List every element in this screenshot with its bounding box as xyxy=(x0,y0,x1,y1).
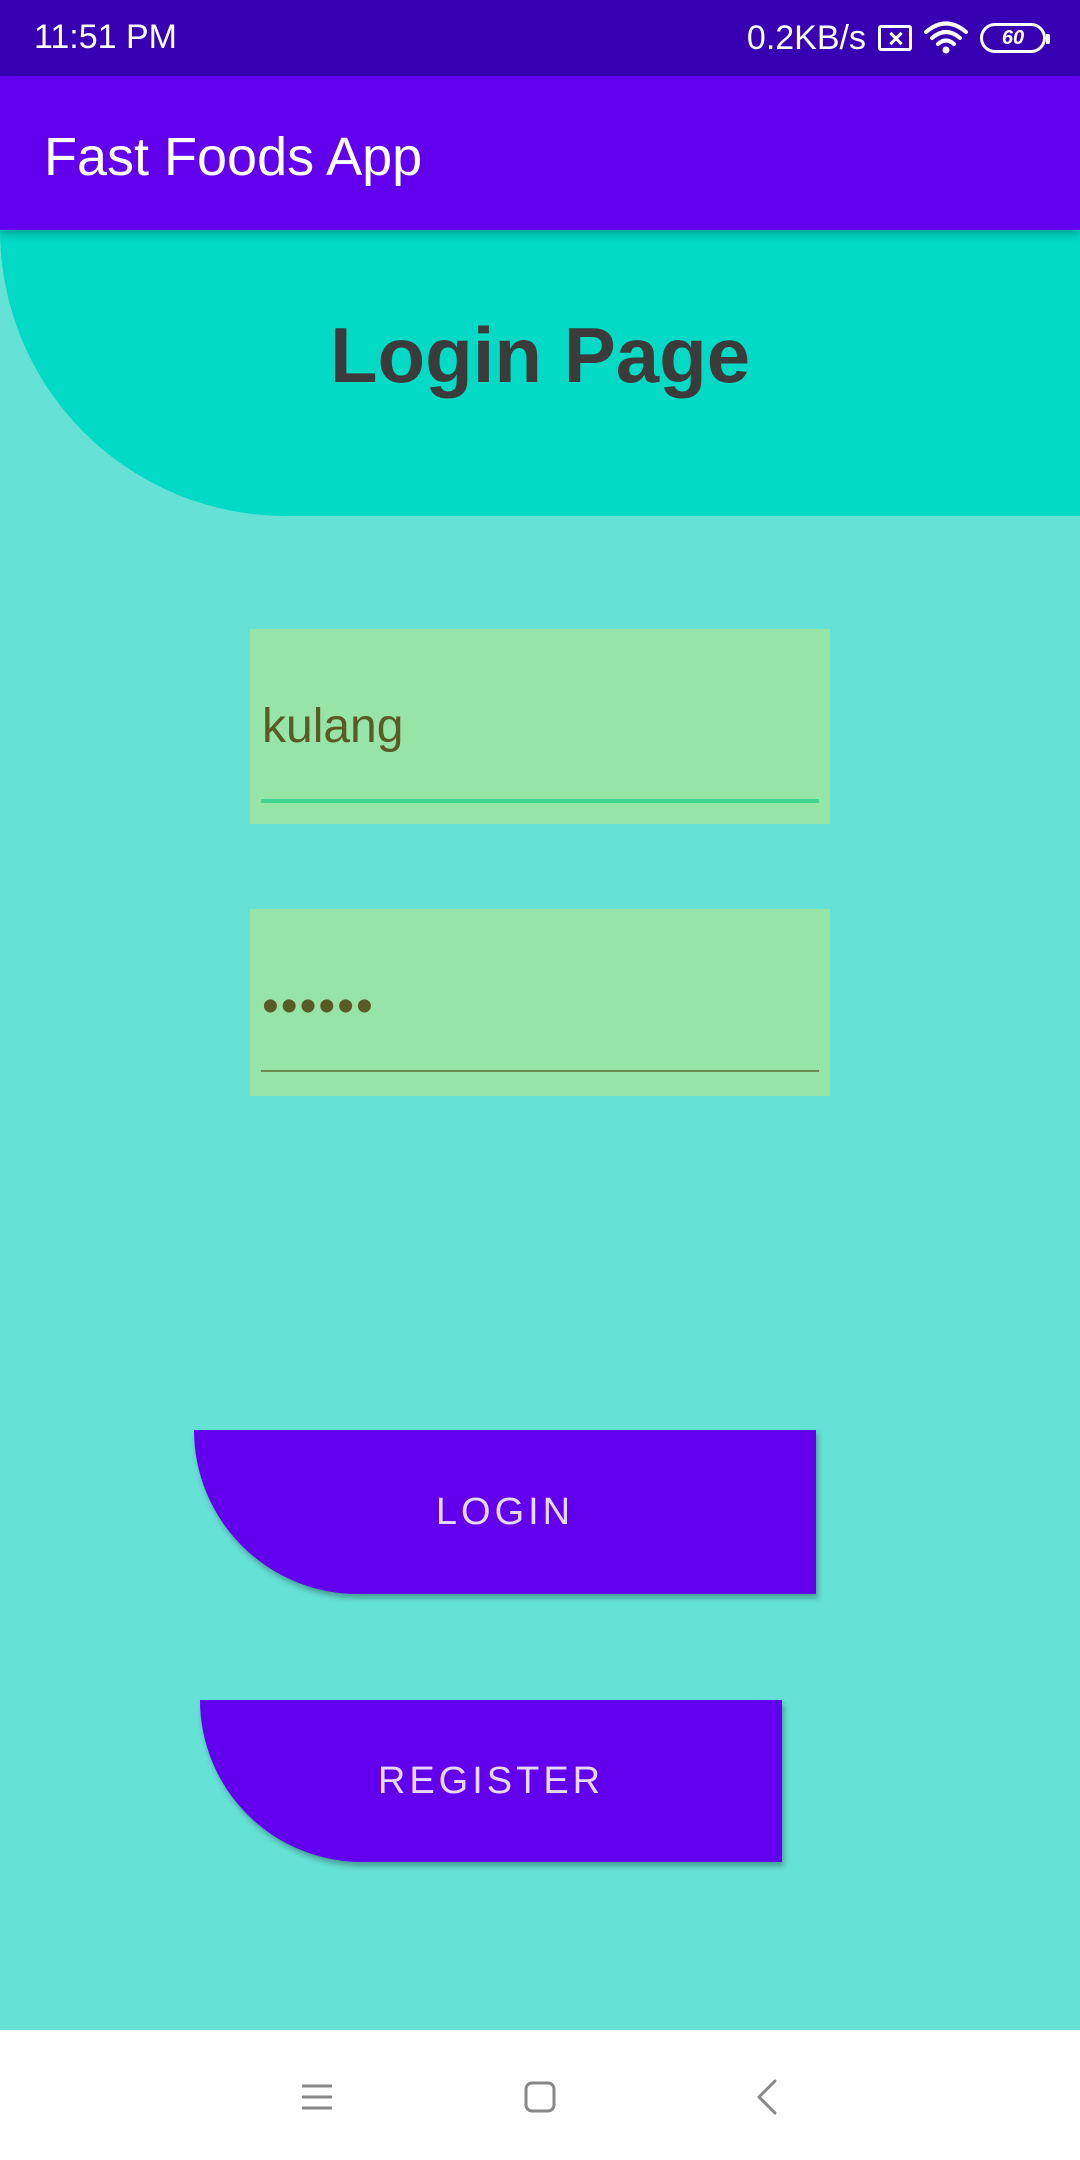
page-title: Login Page xyxy=(329,311,751,399)
password-field[interactable]: •••••• xyxy=(250,909,830,1096)
password-underline xyxy=(261,1070,819,1072)
status-icons: 0.2KB/s 60 xyxy=(746,14,1050,62)
menu-icon[interactable] xyxy=(292,2072,342,2122)
back-icon[interactable] xyxy=(742,2072,792,2122)
username-underline xyxy=(261,799,819,803)
username-field[interactable]: kulang xyxy=(250,629,830,824)
home-icon[interactable] xyxy=(515,2072,565,2122)
network-speed: 0.2KB/s xyxy=(746,18,866,57)
wifi-icon xyxy=(924,21,968,55)
login-button[interactable]: LOGIN xyxy=(194,1430,816,1594)
password-value: •••••• xyxy=(262,980,375,1033)
app-title: Fast Foods App xyxy=(44,127,423,187)
battery-icon: 60 xyxy=(980,23,1050,53)
navigation-bar xyxy=(0,2030,1080,2160)
status-time: 11:51 PM xyxy=(34,18,178,56)
header-panel: Login Page xyxy=(0,230,1080,516)
sim-x-icon xyxy=(878,25,912,51)
status-bar: 11:51 PM 0.2KB/s 60 xyxy=(0,0,1080,76)
register-button[interactable]: REGISTER xyxy=(200,1700,782,1862)
app-bar: Fast Foods App xyxy=(0,76,1080,230)
username-value: kulang xyxy=(262,700,404,753)
